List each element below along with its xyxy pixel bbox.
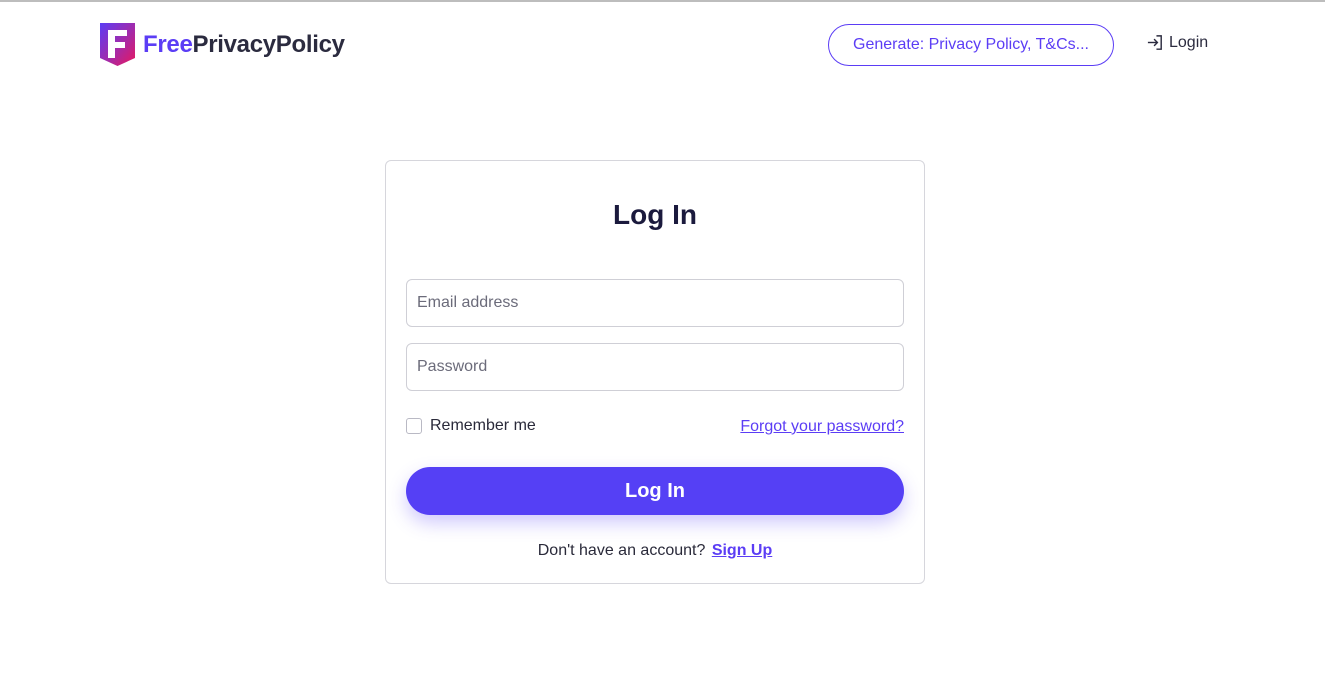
sign-in-icon — [1147, 35, 1162, 50]
login-submit-button[interactable]: Log In — [406, 467, 904, 515]
email-input[interactable] — [406, 279, 904, 327]
remember-me-label: Remember me — [430, 417, 536, 434]
header-login-link[interactable]: Login — [1146, 33, 1208, 52]
top-border — [0, 0, 1325, 2]
remember-me-checkbox[interactable] — [406, 418, 422, 434]
forgot-password-link[interactable]: Forgot your password? — [740, 418, 904, 436]
generate-button[interactable]: Generate: Privacy Policy, T&Cs... — [828, 24, 1114, 66]
remember-me[interactable]: Remember me — [406, 417, 536, 435]
signup-row: Don't have an account? Sign Up — [386, 542, 924, 560]
header-login-label: Login — [1169, 33, 1209, 51]
signup-prompt: Don't have an account? — [537, 542, 706, 559]
brand-name: FreePrivacyPolicy — [143, 30, 345, 58]
password-input[interactable] — [406, 343, 904, 391]
login-card: Log In Remember me Forgot your password?… — [385, 160, 925, 584]
brand-logo[interactable]: FreePrivacyPolicy — [99, 22, 345, 67]
signup-link[interactable]: Sign Up — [712, 542, 772, 559]
shield-f-logo-icon — [100, 23, 135, 66]
login-title: Log In — [613, 199, 697, 230]
